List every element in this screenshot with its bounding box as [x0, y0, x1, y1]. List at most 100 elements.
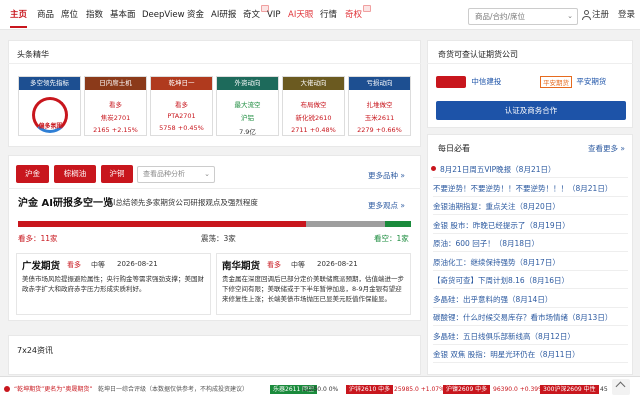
- user-icon[interactable]: [582, 10, 591, 20]
- headline-card-qiankun[interactable]: 乾坤日一 看多 PTA2701 5758 +0.45%: [150, 76, 213, 136]
- institution-card[interactable]: 南华期货 看多 中等 2026-08-21 贵金属在深度回调后已部分定价美联储鹰…: [216, 253, 411, 315]
- bull-count: 看多：11家: [18, 234, 58, 243]
- card-direction: 最大流空: [234, 101, 261, 109]
- card-header: 大佬动向: [283, 77, 344, 90]
- card-header: 外资动向: [217, 77, 278, 90]
- partner-logo-citic[interactable]: 中信建投: [436, 73, 501, 91]
- nav-commodities[interactable]: 商品: [37, 0, 54, 30]
- must-read-item[interactable]: 原油：600 回子！（8月18日）: [433, 238, 539, 249]
- ticker-item[interactable]: 300沪深2609 中性: [540, 385, 599, 394]
- must-read-item[interactable]: 金银油期指复：重点关注（8月20日）: [433, 201, 560, 212]
- card-direction: 看多: [109, 101, 122, 109]
- ticker-bar: “乾坤期货”更名为“奥晟期货” 乾坤日一综合评级（本数据仅供参考，不构成投资建议…: [0, 376, 640, 400]
- nav-ai-eye[interactable]: AI天眼: [288, 0, 313, 30]
- card-contract: PTA2701: [167, 112, 196, 120]
- card-contract: 新化锐2610: [295, 114, 332, 122]
- divider: [433, 251, 628, 252]
- bear-count: 看空：1家: [374, 234, 409, 243]
- nav-qiwen[interactable]: 奇文: [243, 0, 260, 30]
- nav-quotes[interactable]: 行情: [320, 0, 337, 30]
- bullet-icon: [431, 166, 436, 171]
- chevron-down-icon: ⌄: [204, 170, 210, 178]
- card-value: 偏多氛围: [38, 123, 63, 130]
- nav-index[interactable]: 指数: [86, 0, 103, 30]
- nav-home[interactable]: 主页: [10, 0, 28, 30]
- sentiment-bar: [18, 221, 411, 227]
- more-views-link[interactable]: 更多观点 »: [368, 200, 405, 211]
- nav-fundamentals[interactable]: 基本面: [110, 0, 136, 30]
- search-select[interactable]: ⌄: [468, 8, 578, 25]
- ticker-price: 25985.0 +1.07%: [394, 386, 445, 393]
- headline-card-longshort[interactable]: 多空领先指标 偏多氛围: [18, 76, 81, 136]
- back-to-top-icon[interactable]: [612, 379, 630, 395]
- must-read-item[interactable]: 8月21日周五VIP晚报（8月21日）: [440, 164, 556, 175]
- ticker-price: 12250.0 0%: [302, 386, 339, 393]
- card-direction: 扎堆做空: [366, 101, 393, 109]
- institution-date: 2026-08-21: [317, 260, 358, 268]
- must-read-item[interactable]: 金银 股市：昨晚已经提示了（8月19日）: [433, 220, 570, 231]
- sentiment-neutral-segment: [306, 221, 385, 227]
- card-price: 5758 +0.45%: [159, 124, 204, 132]
- divider: [8, 63, 421, 64]
- more-varieties-link[interactable]: 更多品种 »: [368, 170, 405, 181]
- variety-select-label: 查看品种分析: [143, 170, 185, 178]
- headline-card-bigplayers[interactable]: 大佬动向 布局做空 新化锐2610 2711 +0.48%: [282, 76, 345, 136]
- must-read-more-link[interactable]: 查看更多 »: [588, 143, 625, 154]
- nav-deepview[interactable]: DeepView: [142, 0, 185, 30]
- card-header: 乾坤日一: [151, 77, 212, 90]
- must-read-item[interactable]: 多晶硅：五日线俱乐部新线高（8月12日）: [433, 331, 575, 342]
- must-read-item[interactable]: 多晶硅：出乎意料的强（8月14日）: [433, 294, 552, 305]
- divider: [433, 195, 628, 197]
- partner-title: 奇货可查认证期货公司: [438, 50, 518, 59]
- institution-summary: 美债市场风险提振避险属性；央行购金等需求强劲支撑；美国财政赤字扩大和政府赤字压力…: [22, 275, 204, 293]
- institution-view: 看多: [67, 261, 81, 269]
- citic-logo-icon: [436, 76, 466, 88]
- login-link[interactable]: 登录: [618, 0, 635, 30]
- card-contract: 焦炭2701: [100, 114, 131, 122]
- institution-card[interactable]: 广发期货 看多 中等 2026-08-21 美债市场风险提振避险属性；央行购金等…: [16, 253, 211, 315]
- nav-ai-research[interactable]: AI研报: [211, 0, 236, 30]
- tab-palm-oil[interactable]: 棕榈油: [54, 165, 96, 183]
- ai-summary-title: 沪金 AI研报多空一览: [18, 198, 113, 209]
- card-price: 2711 +0.48%: [291, 126, 336, 134]
- pingan-logo-icon: 平安期货: [540, 76, 572, 88]
- must-read-item[interactable]: 不要逆势！不要逆势！！不要逆势！！！（8月21日）: [433, 183, 612, 194]
- institution-date: 2026-08-21: [117, 260, 158, 268]
- divider: [433, 325, 628, 326]
- certification-cooperation-button[interactable]: 认证及商务合作: [436, 101, 626, 120]
- nav-seats[interactable]: 席位: [61, 0, 78, 30]
- variety-select[interactable]: 查看品种分析 ⌄: [137, 166, 215, 183]
- headline-card-intraday[interactable]: 日内席士机 看多 焦炭2701 2165 +2.15%: [84, 76, 147, 136]
- divider: [433, 288, 628, 289]
- news-7x24-title: 7x24资讯: [17, 346, 54, 355]
- partner-logo-pingan[interactable]: 平安期货 平安期货: [540, 73, 606, 91]
- must-read-item[interactable]: 碳酸锂：什么时候交易库存？看市场情绪（8月13日）: [433, 312, 612, 323]
- divider: [433, 232, 628, 234]
- tab-copper[interactable]: 沪铜: [101, 165, 133, 183]
- card-header: 多空领先指标: [19, 77, 80, 90]
- nav-vip[interactable]: VIP: [267, 0, 280, 30]
- must-read-item[interactable]: 原油化工：继续保持强势（8月17日）: [433, 257, 560, 268]
- register-link[interactable]: 注册: [592, 0, 609, 30]
- ticker-item[interactable]: 沪锌2610 中多: [346, 385, 394, 394]
- nav-options[interactable]: 奇权: [345, 0, 362, 30]
- headline-card-losses[interactable]: 亏损动向 扎堆做空 玉米2611 2279 +0.66%: [348, 76, 411, 136]
- divider: [8, 188, 421, 189]
- nav-funds[interactable]: 资金: [187, 0, 204, 30]
- ticker-headline[interactable]: “乾坤期货”更名为“奥晟期货”: [14, 385, 92, 394]
- must-read-item[interactable]: 【奇货可查】下周计划8.16（8月16日）: [433, 275, 569, 286]
- ticker-item[interactable]: 沪镍2609 中多: [443, 385, 491, 394]
- must-read-item[interactable]: 金银 双焦 股指：明星光环仍在（8月11日）: [433, 349, 580, 360]
- bullet-icon: [4, 386, 10, 392]
- headline-card-foreign[interactable]: 外资动向 最大流空 沪铝 7.9亿: [216, 76, 279, 136]
- card-price: 2165 +2.15%: [93, 126, 138, 134]
- tab-gold[interactable]: 沪金: [16, 165, 49, 183]
- divider: [433, 343, 628, 345]
- neutral-count: 震荡：3家: [201, 234, 236, 243]
- institution-name: 南华期货: [222, 261, 261, 272]
- top-navbar: 主页 商品 席位 指数 基本面 DeepView 资金 AI研报 奇文 VIP …: [0, 0, 640, 30]
- ai-summary-subtitle: AI总结领先多家期货公司研报观点及强烈程度: [108, 198, 258, 207]
- sentiment-bull-segment: [18, 221, 307, 227]
- search-input[interactable]: [469, 9, 565, 24]
- card-direction: 看多: [175, 101, 188, 109]
